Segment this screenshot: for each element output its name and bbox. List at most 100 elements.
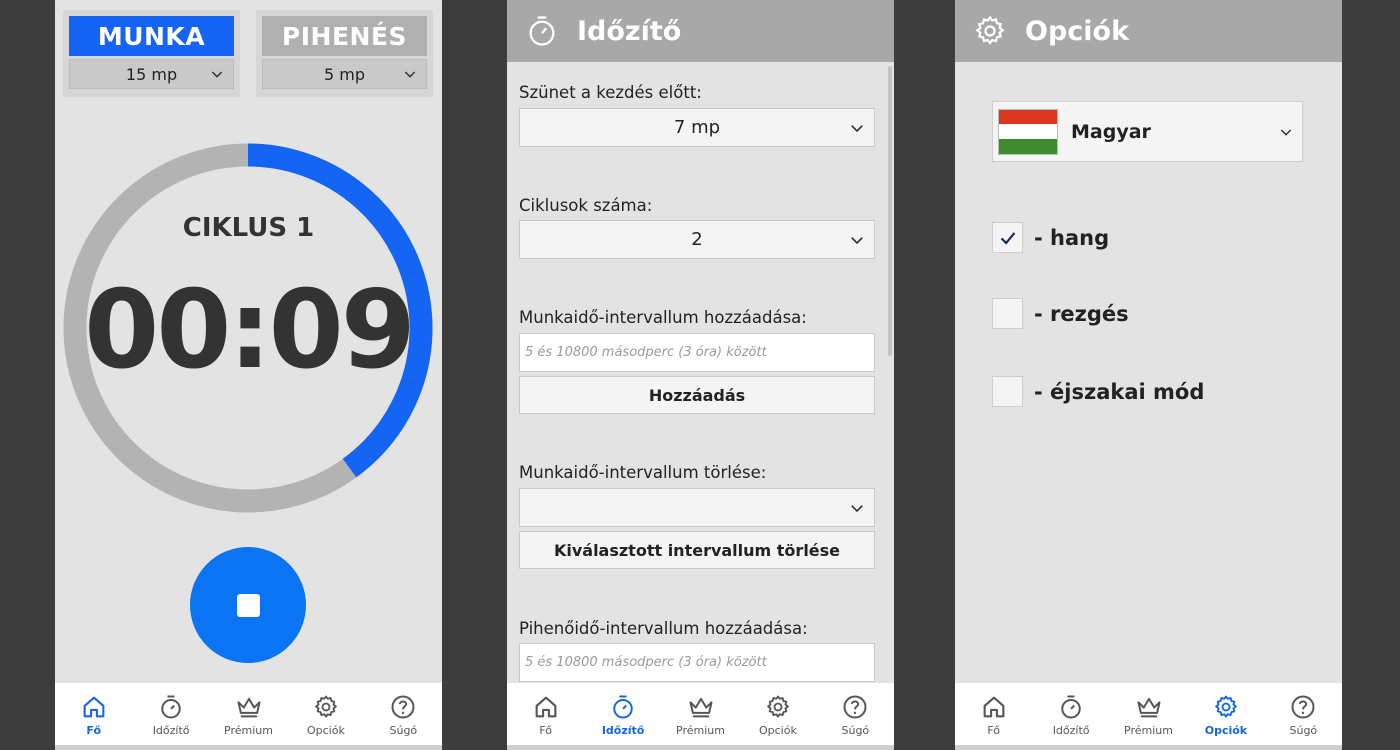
page-title: Opciók xyxy=(1025,15,1130,47)
gear-icon xyxy=(1215,695,1237,718)
home-icon xyxy=(983,696,1005,718)
bottom-nav: Fő Időzítő Prémium Opciók Súgó xyxy=(955,683,1342,745)
work-mode-panel: MUNKA 15 mp xyxy=(63,10,240,97)
nav-options[interactable]: Opciók xyxy=(1187,683,1264,745)
stop-button[interactable] xyxy=(190,547,306,663)
delete-interval-button[interactable]: Kiválasztott intervallum törlése xyxy=(519,531,875,569)
chevron-down-icon xyxy=(1280,129,1292,136)
cycle-label: CIKLUS 1 xyxy=(182,213,315,243)
vibration-option[interactable]: - rezgés xyxy=(992,298,1129,329)
main-screen: MUNKA 15 mp PIHENÉS 5 mp CIKLUS 1 00:09 … xyxy=(55,0,442,750)
language-select[interactable]: Magyar xyxy=(992,101,1303,162)
page-title: Időzítő xyxy=(577,15,682,47)
nav-main[interactable]: Fő xyxy=(955,683,1032,745)
options-header: Opciók xyxy=(955,0,1342,62)
countdown-time: 00:09 xyxy=(84,268,416,393)
nav-label: Opciók xyxy=(306,724,345,737)
nav-label: Fő xyxy=(987,724,1001,737)
nav-options[interactable]: Opciók xyxy=(287,683,364,745)
add-rest-input[interactable] xyxy=(519,643,875,682)
chevron-down-icon xyxy=(211,71,223,78)
night-mode-label: - éjszakai mód xyxy=(1034,379,1205,404)
nav-main[interactable]: Fő xyxy=(55,683,132,745)
nav-label: Prémium xyxy=(224,724,273,737)
nav-label: Időzítő xyxy=(601,724,645,737)
timer-settings-scroll[interactable]: Szünet a kezdés előtt: 7 mp Ciklusok szá… xyxy=(507,62,894,683)
pause-label: Szünet a kezdés előtt: xyxy=(519,83,702,102)
nav-label: Időzítő xyxy=(152,724,190,737)
nav-timer[interactable]: Időzítő xyxy=(132,683,209,745)
stop-icon xyxy=(236,593,260,617)
bottom-nav: Fő Időzítő Prémium Opciók Súgó xyxy=(507,683,894,745)
chevron-down-icon xyxy=(851,125,863,133)
scrollbar[interactable] xyxy=(888,66,892,356)
help-icon xyxy=(1291,695,1315,719)
nav-label: Súgó xyxy=(389,724,418,737)
work-duration-value: 15 mp xyxy=(125,64,178,84)
hungary-flag-icon xyxy=(998,108,1058,155)
nav-help[interactable]: Súgó xyxy=(1265,683,1342,745)
rest-mode-button[interactable]: PIHENÉS xyxy=(262,16,427,56)
nav-timer[interactable]: Időzítő xyxy=(1032,683,1109,745)
rest-duration-value: 5 mp xyxy=(323,64,365,84)
add-rest-label: Pihenőidő-intervallum hozzáadása: xyxy=(519,619,808,638)
system-nav-strip xyxy=(955,745,1342,750)
cycles-select[interactable]: 2 xyxy=(519,220,875,259)
nav-label: Opciók xyxy=(1204,724,1248,737)
chevron-down-icon xyxy=(404,71,416,78)
gear-icon xyxy=(767,695,789,718)
sound-checkbox[interactable] xyxy=(992,222,1023,253)
bottom-nav: Fő Időzítő Prémium Opciók Súgó xyxy=(55,683,442,745)
cycles-value: 2 xyxy=(691,229,703,250)
timer-header: Időzítő xyxy=(507,0,894,62)
pause-select[interactable]: 7 mp xyxy=(519,108,875,147)
stopwatch-icon xyxy=(1061,695,1081,719)
help-icon xyxy=(843,695,867,719)
nav-help[interactable]: Súgó xyxy=(365,683,442,745)
night-mode-option[interactable]: - éjszakai mód xyxy=(992,376,1204,407)
flag-stripe xyxy=(999,124,1057,139)
options-screen: Opciók Magyar - hang - rezgés - éjszakai… xyxy=(955,0,1342,750)
rest-duration-select[interactable]: 5 mp xyxy=(262,59,427,89)
nav-label: Prémium xyxy=(676,724,725,737)
stopwatch-icon xyxy=(529,16,555,46)
rest-mode-panel: PIHENÉS 5 mp xyxy=(256,10,433,97)
nav-timer[interactable]: Időzítő xyxy=(584,683,661,745)
chevron-down-icon xyxy=(851,505,863,513)
help-icon xyxy=(391,695,415,719)
crown-icon xyxy=(689,697,713,718)
checkmark-icon xyxy=(1000,231,1015,245)
sound-option[interactable]: - hang xyxy=(992,222,1109,253)
nav-label: Fő xyxy=(539,724,553,737)
nav-main[interactable]: Fő xyxy=(507,683,584,745)
home-icon xyxy=(535,696,557,718)
nav-options[interactable]: Opciók xyxy=(739,683,816,745)
nav-help[interactable]: Súgó xyxy=(817,683,894,745)
stopwatch-icon xyxy=(613,695,633,719)
flag-stripe xyxy=(999,138,1057,154)
flag-stripe xyxy=(999,109,1057,125)
home-icon xyxy=(83,696,105,718)
work-mode-button[interactable]: MUNKA xyxy=(69,16,234,56)
delete-work-select[interactable] xyxy=(519,488,875,527)
night-mode-checkbox[interactable] xyxy=(992,376,1023,407)
nav-label: Időzítő xyxy=(1052,724,1090,737)
work-duration-select[interactable]: 15 mp xyxy=(69,59,234,89)
add-work-input[interactable] xyxy=(519,333,875,372)
vibration-checkbox[interactable] xyxy=(992,298,1023,329)
add-interval-button[interactable]: Hozzáadás xyxy=(519,376,875,414)
timer-screen: Időzítő Szünet a kezdés előtt: 7 mp Cikl… xyxy=(507,0,894,750)
language-name: Magyar xyxy=(1071,120,1151,143)
add-work-label: Munkaidő-intervallum hozzáadása: xyxy=(519,308,807,327)
pause-value: 7 mp xyxy=(673,117,721,138)
chevron-down-icon xyxy=(851,237,863,245)
system-nav-strip xyxy=(507,745,894,750)
sound-label: - hang xyxy=(1034,225,1110,250)
nav-premium[interactable]: Prémium xyxy=(210,683,287,745)
stopwatch-icon xyxy=(161,695,181,719)
crown-icon xyxy=(1137,697,1161,718)
system-nav-strip xyxy=(55,745,442,750)
nav-premium[interactable]: Prémium xyxy=(1110,683,1187,745)
crown-icon xyxy=(237,697,261,718)
nav-premium[interactable]: Prémium xyxy=(662,683,739,745)
